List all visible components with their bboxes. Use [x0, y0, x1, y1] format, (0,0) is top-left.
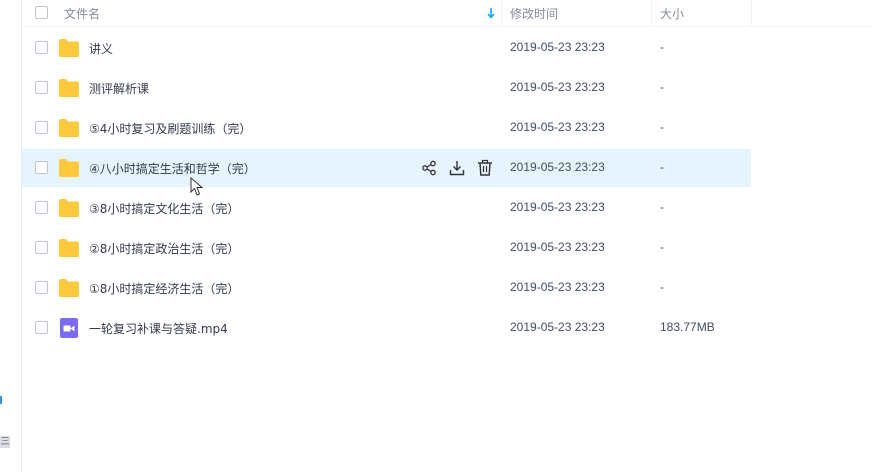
modified-time: 2019-05-23 23:23: [510, 40, 605, 54]
file-row[interactable]: 一轮复习补课与答疑.mp4 2019-05-23 23:23 183.77MB: [22, 309, 751, 347]
file-list: 文件名 修改时间 大小 讲义 2019-05-23 23:23 - 测评解析课 2019…: [22, 0, 872, 338]
file-size: -: [660, 160, 664, 174]
file-row[interactable]: 讲义 2019-05-23 23:23 -: [22, 29, 751, 67]
file-name-link[interactable]: 一轮复习补课与答疑.mp4: [89, 320, 228, 337]
file-size: -: [660, 240, 664, 254]
file-list-header: 文件名 修改时间 大小: [22, 0, 872, 27]
folder-icon[interactable]: [58, 238, 80, 258]
file-name-link[interactable]: ⑤4小时复习及刷题训练（完）: [89, 120, 251, 137]
delete-icon[interactable]: [476, 159, 494, 177]
column-header-size[interactable]: 大小: [660, 5, 684, 22]
download-icon[interactable]: [448, 159, 466, 177]
column-divider[interactable]: [751, 0, 752, 27]
file-size: -: [660, 120, 664, 134]
file-row[interactable]: 测评解析课 2019-05-23 23:23 -: [22, 69, 751, 107]
column-header-name[interactable]: 文件名: [64, 5, 100, 22]
column-divider[interactable]: [651, 0, 652, 27]
file-name-link[interactable]: ①8小时搞定经济生活（完）: [89, 280, 239, 297]
folder-icon[interactable]: [58, 198, 80, 218]
row-checkbox[interactable]: [35, 281, 48, 294]
sidebar-indicator: [0, 396, 2, 404]
file-name-link[interactable]: 测评解析课: [89, 80, 149, 97]
folder-icon[interactable]: [58, 118, 80, 138]
row-checkbox[interactable]: [35, 161, 48, 174]
column-header-modified[interactable]: 修改时间: [510, 5, 558, 22]
modified-time: 2019-05-23 23:23: [510, 120, 605, 134]
file-row[interactable]: ②8小时搞定政治生活（完） 2019-05-23 23:23 -: [22, 229, 751, 267]
modified-time: 2019-05-23 23:23: [510, 80, 605, 94]
file-size: -: [660, 280, 664, 294]
folder-icon[interactable]: [58, 78, 80, 98]
file-size: -: [660, 80, 664, 94]
row-checkbox[interactable]: [35, 81, 48, 94]
file-size: 183.77MB: [660, 320, 715, 334]
row-checkbox[interactable]: [35, 41, 48, 54]
modified-time: 2019-05-23 23:23: [510, 160, 605, 174]
video-file-icon[interactable]: [58, 318, 80, 338]
folder-icon[interactable]: [58, 38, 80, 58]
modified-time: 2019-05-23 23:23: [510, 280, 605, 294]
modified-time: 2019-05-23 23:23: [510, 320, 605, 334]
column-divider[interactable]: [501, 0, 502, 27]
sidebar-collapse-handle[interactable]: 三: [0, 436, 10, 448]
file-row[interactable]: ③8小时搞定文化生活（完） 2019-05-23 23:23 -: [22, 189, 751, 227]
modified-time: 2019-05-23 23:23: [510, 200, 605, 214]
file-row[interactable]: ⑤4小时复习及刷题训练（完） 2019-05-23 23:23 -: [22, 109, 751, 147]
file-row[interactable]: ④八小时搞定生活和哲学（完） 2019-05-23 23:23 -: [22, 149, 751, 187]
file-size: -: [660, 200, 664, 214]
file-name-link[interactable]: ③8小时搞定文化生活（完）: [89, 200, 239, 217]
file-name-link[interactable]: 讲义: [89, 40, 113, 57]
row-checkbox[interactable]: [35, 201, 48, 214]
select-all-checkbox[interactable]: [35, 6, 48, 19]
sort-down-arrow-icon[interactable]: [486, 6, 496, 20]
mouse-cursor-icon: [190, 177, 204, 196]
left-sidebar-edge: 三: [0, 0, 22, 472]
modified-time: 2019-05-23 23:23: [510, 240, 605, 254]
folder-icon[interactable]: [58, 158, 80, 178]
row-checkbox[interactable]: [35, 241, 48, 254]
share-icon[interactable]: [420, 159, 438, 177]
row-checkbox[interactable]: [35, 321, 48, 334]
file-row[interactable]: ①8小时搞定经济生活（完） 2019-05-23 23:23 -: [22, 269, 751, 307]
file-name-link[interactable]: ④八小时搞定生活和哲学（完）: [89, 160, 256, 177]
folder-icon[interactable]: [58, 278, 80, 298]
file-size: -: [660, 40, 664, 54]
file-name-link[interactable]: ②8小时搞定政治生活（完）: [89, 240, 239, 257]
row-checkbox[interactable]: [35, 121, 48, 134]
